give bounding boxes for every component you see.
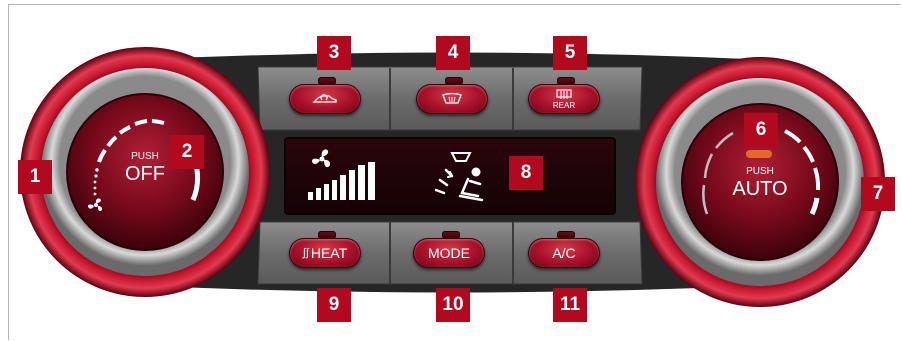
front-defrost-icon — [442, 93, 462, 104]
heat-button[interactable]: ∫∫ HEAT — [289, 231, 361, 268]
callout-7: 7 — [861, 177, 895, 211]
right-knob-value: AUTO — [732, 178, 788, 200]
mode-button-label: MODE — [428, 245, 470, 261]
recirculation-car-icon — [312, 94, 337, 103]
rear-defrost-sublabel: REAR — [552, 100, 576, 110]
heat-waves-icon: ∫∫ — [302, 247, 309, 259]
auto-indicator-lamp — [746, 150, 772, 158]
mode-button[interactable]: MODE — [413, 231, 485, 268]
left-knob-push-text: PUSH — [131, 151, 159, 162]
left-knob-label: PUSH OFF — [115, 151, 175, 185]
callout-3: 3 — [317, 36, 351, 70]
left-knob-value: OFF — [125, 163, 165, 185]
right-knob-push-text: PUSH — [746, 166, 774, 177]
callout-2: 2 — [170, 135, 204, 169]
rear-defrost-icon — [556, 88, 572, 99]
rear-defrost-button[interactable]: REAR — [528, 77, 600, 114]
callout-11: 11 — [553, 288, 587, 322]
callout-8: 8 — [509, 156, 543, 190]
callout-5: 5 — [553, 36, 587, 70]
callout-4: 4 — [436, 36, 470, 70]
callout-9: 9 — [317, 288, 351, 322]
callout-6: 6 — [744, 113, 778, 147]
ac-button[interactable]: A/C — [528, 231, 600, 268]
callout-10: 10 — [436, 288, 470, 322]
callout-1: 1 — [18, 160, 52, 194]
recirculation-button[interactable] — [289, 77, 361, 114]
right-knob-label: PUSH AUTO — [720, 166, 800, 200]
ac-button-label: A/C — [552, 245, 576, 261]
front-defrost-button[interactable] — [416, 77, 488, 114]
heat-button-label: HEAT — [310, 245, 348, 261]
